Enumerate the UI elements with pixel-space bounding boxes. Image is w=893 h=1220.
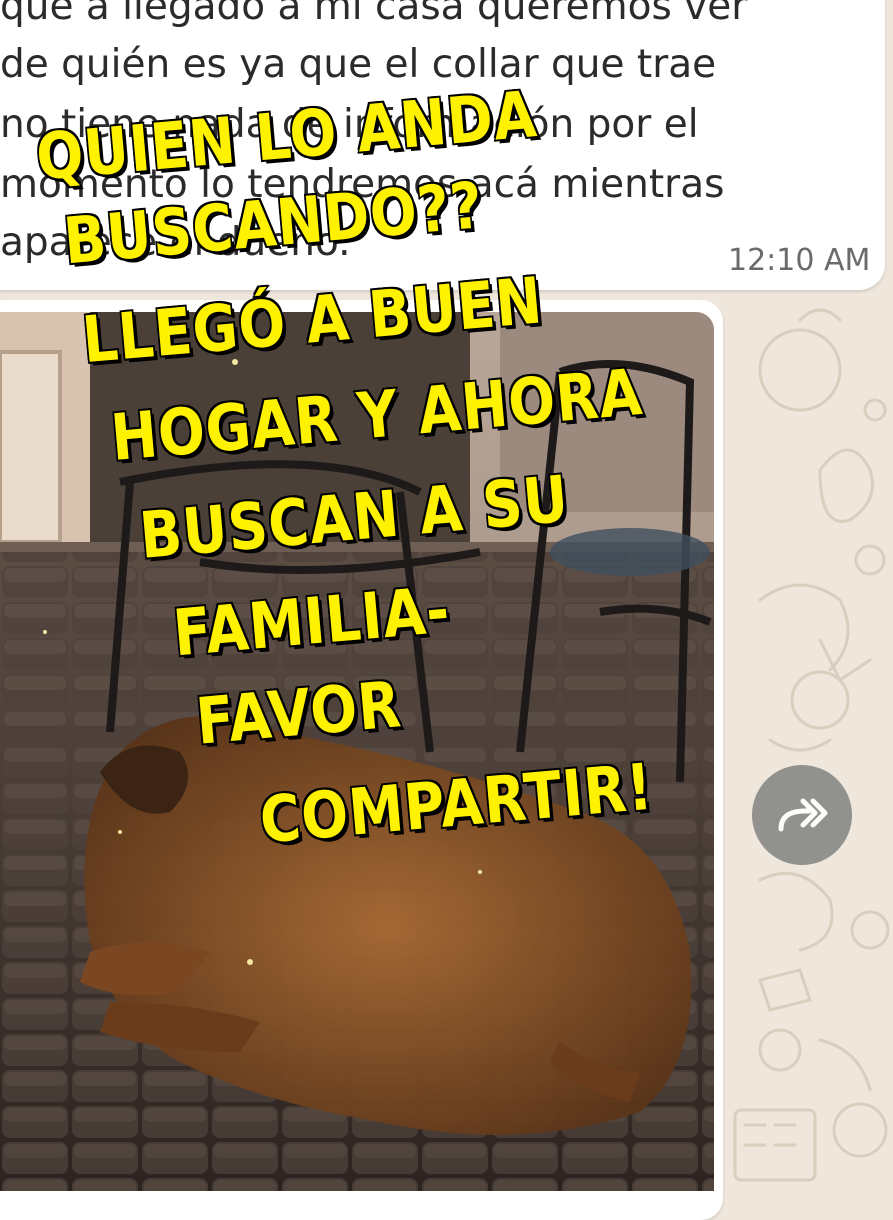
message-timestamp: 12:10 AM	[728, 243, 871, 278]
forward-button[interactable]	[752, 765, 852, 865]
message-line: de quién es ya que el collar que trae	[0, 42, 717, 87]
forward-icon	[778, 798, 828, 832]
message-line: que a llegado a mi casa queremos ver	[0, 0, 748, 29]
